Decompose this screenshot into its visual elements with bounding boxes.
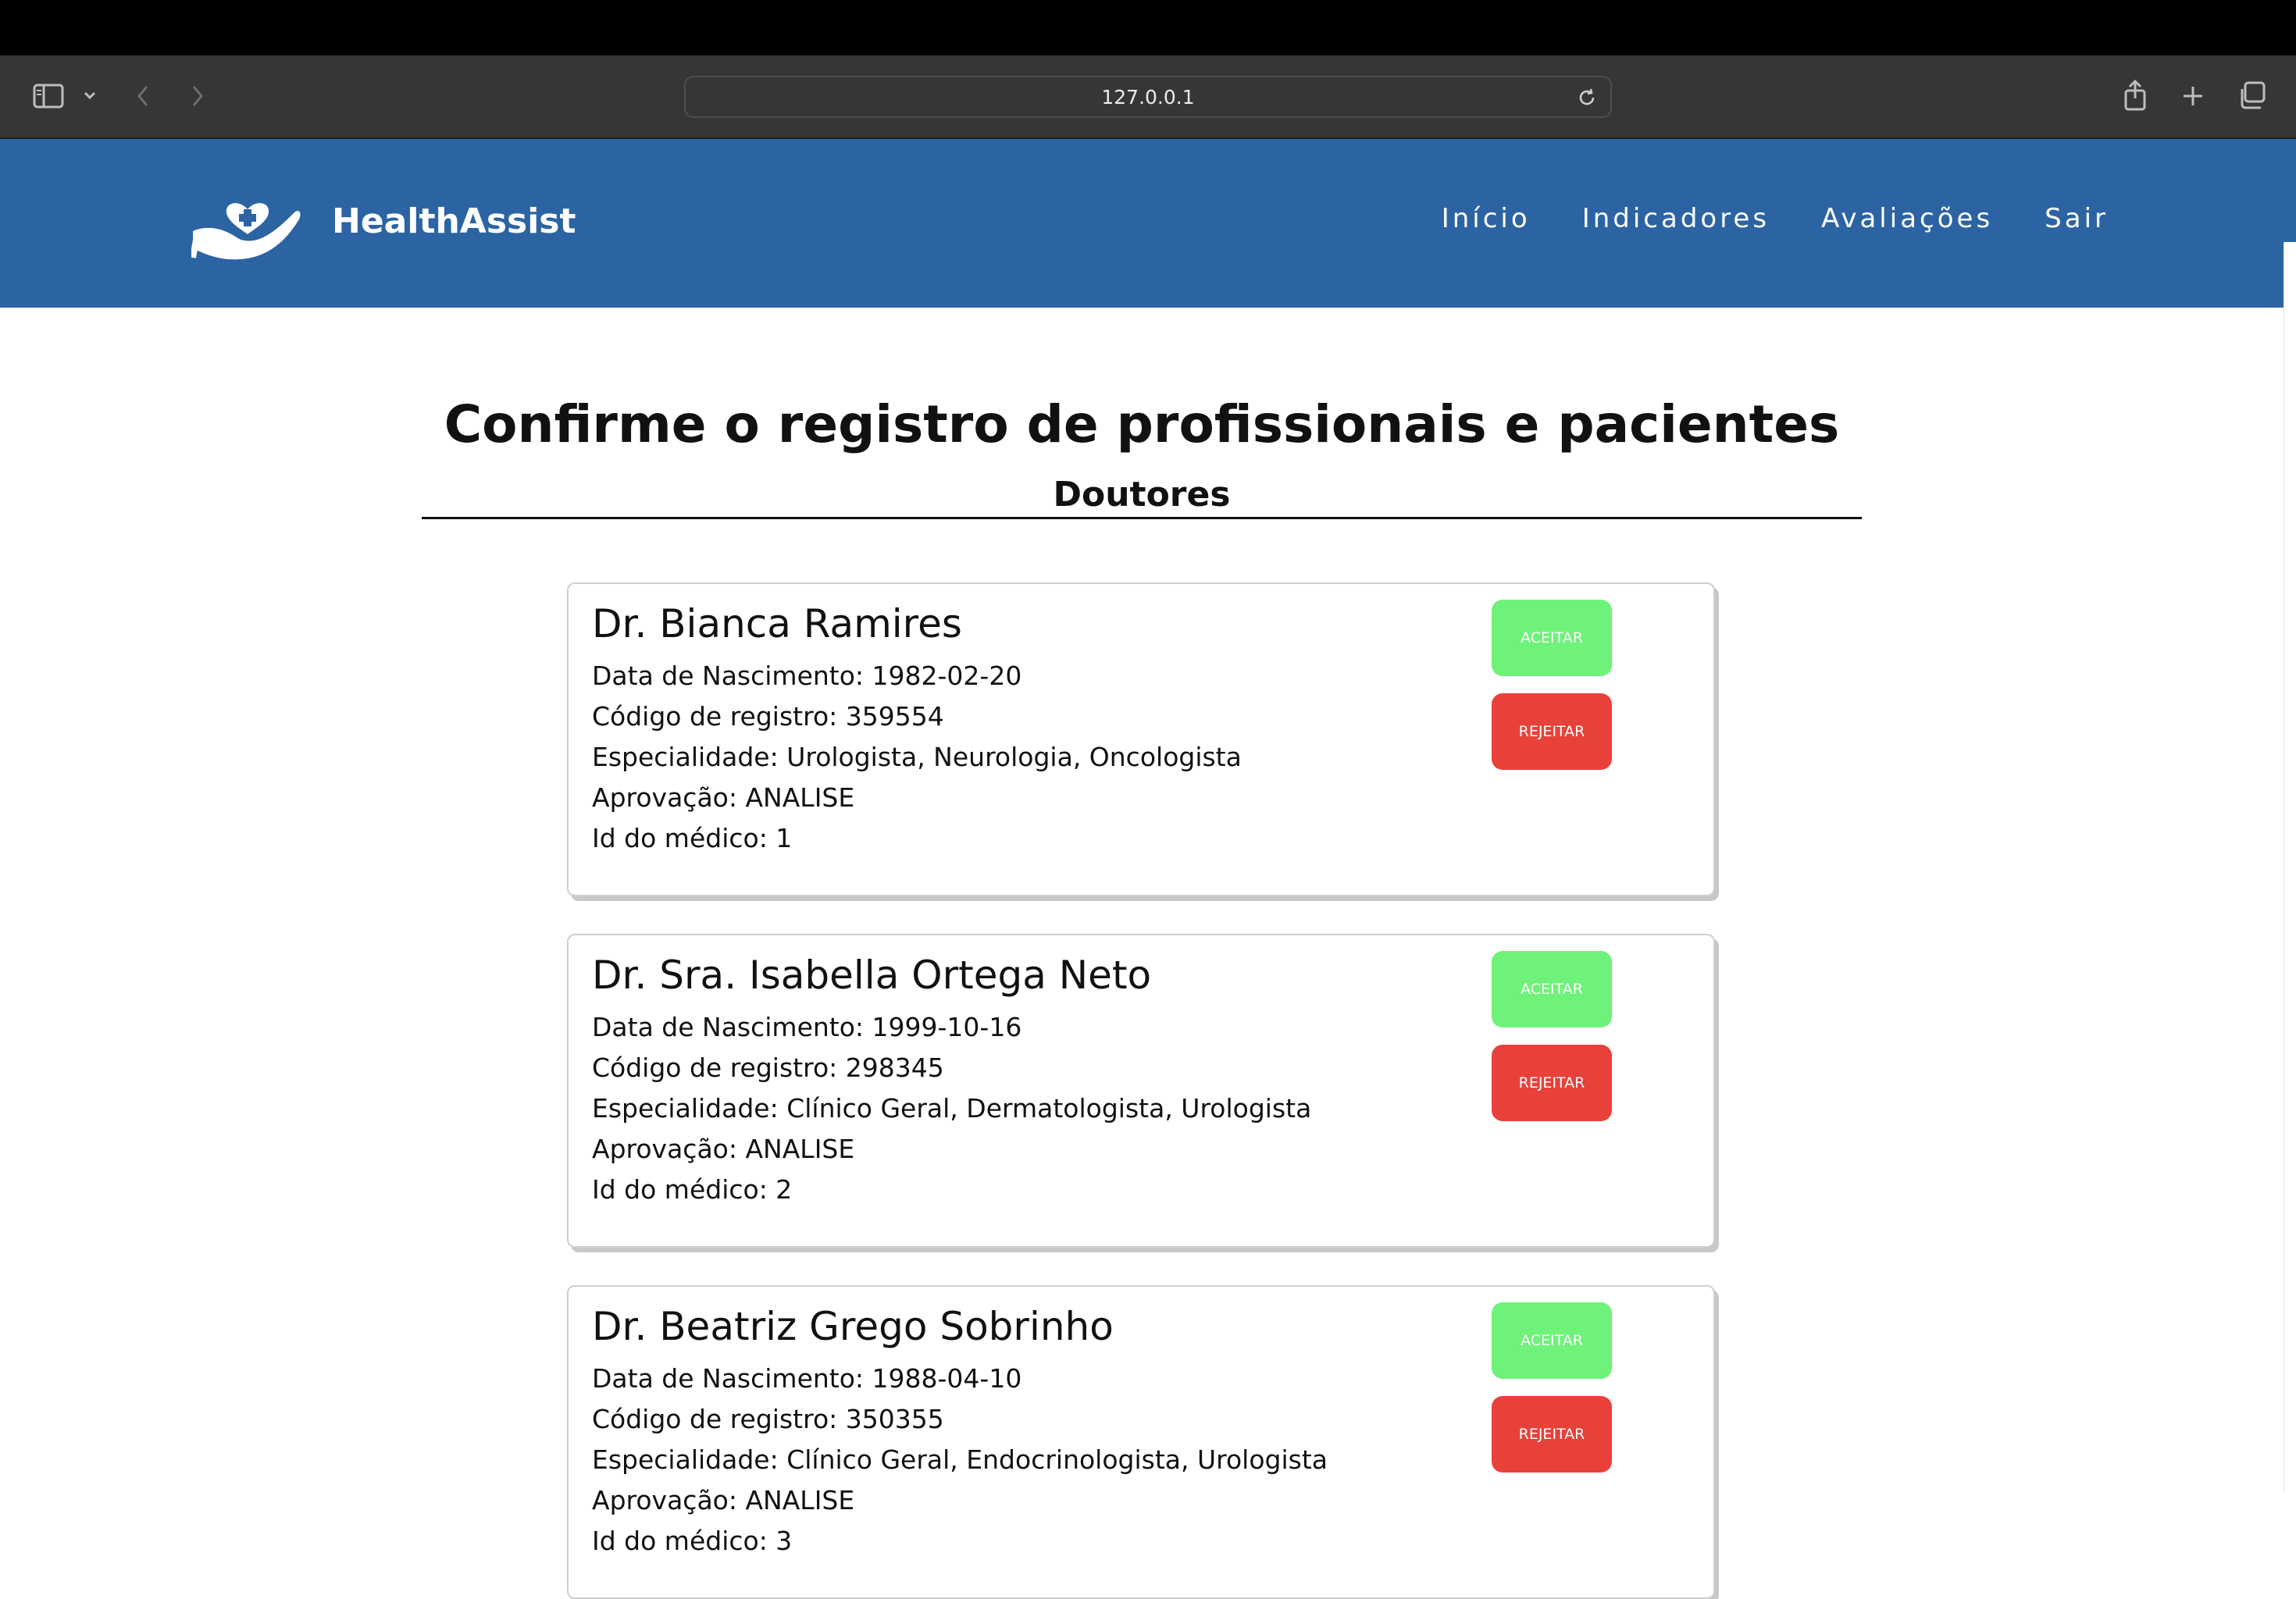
doctor-name: Dr. Sra. Isabella Ortega Neto: [592, 953, 1152, 998]
doctor-approval-status: Aprovação: ANALISE: [592, 782, 855, 813]
doctor-name: Dr. Beatriz Grego Sobrinho: [592, 1304, 1114, 1349]
doctor-specialty: Especialidade: Clínico Geral, Dermatolog…: [592, 1093, 1312, 1124]
accept-button[interactable]: ACEITAR: [1492, 600, 1612, 676]
doctor-specialty: Especialidade: Urologista, Neurologia, O…: [592, 742, 1242, 772]
doctor-registry-code: Código de registro: 359554: [592, 701, 944, 732]
section-divider: [422, 517, 1862, 519]
nav-link-inicio[interactable]: Início: [1442, 203, 1531, 234]
doctor-name: Dr. Bianca Ramires: [592, 601, 962, 646]
doctor-info: Data de Nascimento: 1982-02-20 Código de…: [592, 656, 1242, 859]
accept-button[interactable]: ACEITAR: [1492, 1302, 1612, 1379]
doctor-birth-date: Data de Nascimento: 1999-10-16: [592, 1012, 1022, 1042]
doctor-card: Dr. Bianca Ramires Data de Nascimento: 1…: [567, 582, 1715, 896]
brand-name: HealthAssist: [332, 201, 576, 241]
doctor-id: Id do médico: 2: [592, 1174, 793, 1205]
page-title: Confirme o registro de profissionais e p…: [444, 394, 1840, 454]
doctor-info: Data de Nascimento: 1988-04-10 Código de…: [592, 1359, 1328, 1562]
reject-button[interactable]: REJEITAR: [1492, 1396, 1612, 1473]
doctor-registry-code: Código de registro: 350355: [592, 1404, 944, 1434]
main-nav: Início Indicadores Avaliações Sair: [1442, 203, 2109, 234]
nav-link-avaliacoes[interactable]: Avaliações: [1821, 203, 1993, 234]
new-tab-icon[interactable]: [2177, 80, 2209, 112]
share-icon[interactable]: [2120, 77, 2151, 113]
doctor-id: Id do médico: 3: [592, 1526, 793, 1556]
doctor-registry-code: Código de registro: 298345: [592, 1052, 944, 1083]
address-bar[interactable]: 127.0.0.1: [684, 76, 1612, 118]
doctor-card: Dr. Beatriz Grego Sobrinho Data de Nasci…: [567, 1285, 1715, 1599]
doctor-card: Dr. Sra. Isabella Ortega Neto Data de Na…: [567, 934, 1715, 1248]
doctor-birth-date: Data de Nascimento: 1988-04-10: [592, 1363, 1022, 1394]
accept-button[interactable]: ACEITAR: [1492, 951, 1612, 1027]
doctor-approval-status: Aprovação: ANALISE: [592, 1134, 855, 1164]
doctor-approval-status: Aprovação: ANALISE: [592, 1485, 855, 1515]
brand-logo[interactable]: HealthAssist: [190, 176, 576, 265]
doctor-specialty: Especialidade: Clínico Geral, Endocrinol…: [592, 1444, 1328, 1475]
doctor-id: Id do médico: 1: [592, 823, 793, 853]
reject-button[interactable]: REJEITAR: [1492, 693, 1612, 770]
nav-link-sair[interactable]: Sair: [2045, 203, 2109, 234]
back-arrow-icon[interactable]: [131, 82, 155, 110]
nav-link-indicadores[interactable]: Indicadores: [1582, 203, 1770, 234]
forward-arrow-icon[interactable]: [186, 82, 209, 110]
browser-toolbar: 127.0.0.1: [0, 55, 2296, 139]
site-navbar: HealthAssist Início Indicadores Avaliaçõ…: [0, 139, 2296, 308]
system-top-bar: [0, 0, 2296, 55]
sidebar-toggle-icon[interactable]: [31, 79, 66, 113]
url-text: 127.0.0.1: [1101, 85, 1195, 109]
reject-button[interactable]: REJEITAR: [1492, 1045, 1612, 1121]
chevron-down-icon[interactable]: [80, 85, 100, 105]
reload-icon[interactable]: [1576, 87, 1598, 112]
page-scrollbar[interactable]: [2284, 242, 2296, 1493]
tab-overview-icon[interactable]: [2235, 79, 2268, 112]
doctor-birth-date: Data de Nascimento: 1982-02-20: [592, 661, 1022, 691]
doctor-info: Data de Nascimento: 1999-10-16 Código de…: [592, 1007, 1311, 1210]
heart-hand-logo-icon: [190, 176, 302, 265]
section-heading-doutores: Doutores: [1053, 475, 1231, 515]
